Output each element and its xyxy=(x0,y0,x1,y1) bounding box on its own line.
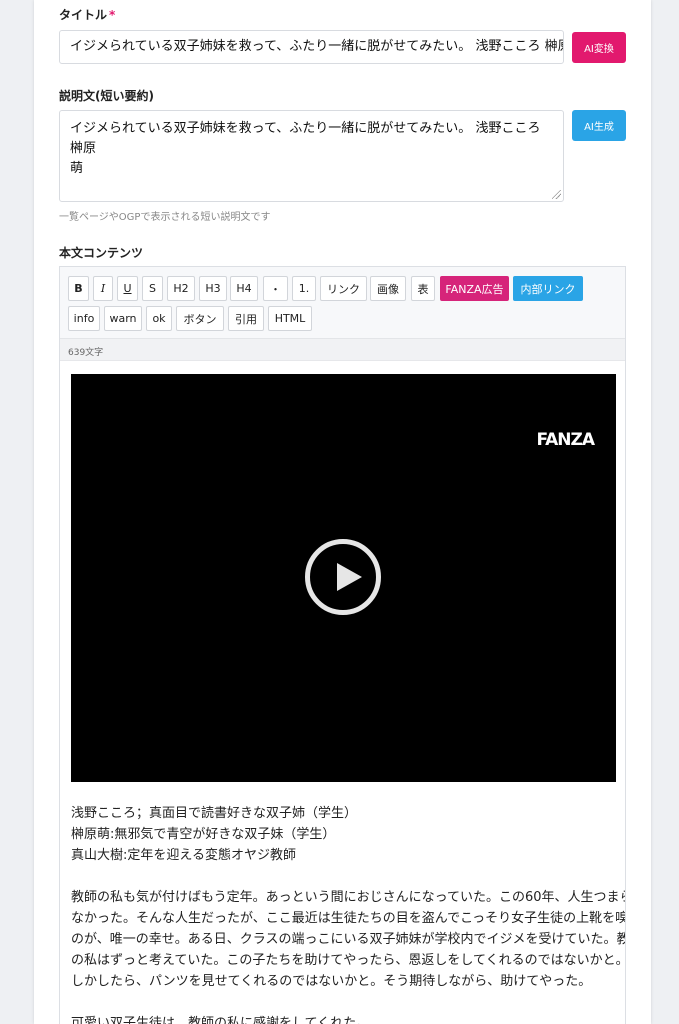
strike-button[interactable]: S xyxy=(142,276,163,301)
underline-button[interactable]: U xyxy=(117,276,138,301)
fanza-logo: FANZA xyxy=(536,430,595,450)
bullet-list-button[interactable]: ・ xyxy=(263,276,288,301)
ai-generate-button[interactable]: AI生成 xyxy=(572,110,626,141)
button-insert-button[interactable]: ボタン xyxy=(176,306,224,331)
description-label: 説明文(短い要約) xyxy=(59,89,154,103)
image-button[interactable]: 画像 xyxy=(370,276,406,301)
editor-toolbar: B I U S H2 H3 H4 ・ 1. リンク 画像 表 FANZA広告 内… xyxy=(60,267,625,339)
fanza-ad-button[interactable]: FANZA広告 xyxy=(440,276,509,301)
body-line: 教師の私も気が付けばもう定年。あっという間におじさんになっていた。この60年、人… xyxy=(71,890,626,905)
table-button[interactable]: 表 xyxy=(411,276,435,301)
info-button[interactable]: info xyxy=(68,306,100,331)
description-line: イジメられている双子姉妹を救って、ふたり一緒に脱がせてみたい。 浅野こころ 榊原 xyxy=(70,121,541,156)
description-hint: 一覧ページやOGPで表示される短い説明文です xyxy=(59,212,271,223)
body-line: 真山大樹:定年を迎える変態オヤジ教師 xyxy=(71,848,296,863)
body-line: 榊原萌:無邪気で青空が好きな双子妹（学生） xyxy=(71,827,336,842)
numbered-list-button[interactable]: 1. xyxy=(292,276,316,301)
link-button[interactable]: リンク xyxy=(320,276,367,301)
content-body[interactable]: 浅野こころ；真面目で読書好きな双子姉（学生） 榊原萌:無邪気で青空が好きな双子妹… xyxy=(71,803,626,1024)
body-line: 可愛い双子生徒は、教師の私に感謝をしてくれた。 xyxy=(71,1016,370,1024)
h4-button[interactable]: H4 xyxy=(230,276,258,301)
body-line: しかしたら、パンツを見せてくれるのではないかと。そう期待しながら、助けてやった。 xyxy=(71,974,592,989)
resize-handle-icon[interactable] xyxy=(552,190,561,199)
html-button[interactable]: HTML xyxy=(268,306,312,331)
char-counter: 639文字 xyxy=(60,339,625,361)
quote-button[interactable]: 引用 xyxy=(228,306,264,331)
italic-button[interactable]: I xyxy=(93,276,113,301)
description-line: 萌 xyxy=(70,161,84,176)
body-line: のが、唯一の幸せ。ある日、クラスの端っこにいる双子姉妹が学校内でイジメを受けてい… xyxy=(71,932,626,947)
content-label: 本文コンテンツ xyxy=(59,246,144,260)
title-label: タイトル * xyxy=(59,8,116,22)
h3-button[interactable]: H3 xyxy=(199,276,227,301)
content-editor: B I U S H2 H3 H4 ・ 1. リンク 画像 表 FANZA広告 内… xyxy=(59,266,626,1024)
warn-button[interactable]: warn xyxy=(104,306,142,331)
ok-button[interactable]: ok xyxy=(146,306,172,331)
body-line: の私はずっと考えていた。この子たちを助けてやったら、恩返しをしてくれるのではない… xyxy=(71,953,626,968)
internal-link-button[interactable]: 内部リンク xyxy=(513,276,583,301)
play-circle-icon[interactable] xyxy=(305,539,381,615)
video-player[interactable]: FANZA xyxy=(71,374,616,782)
bold-button[interactable]: B xyxy=(68,276,89,301)
body-line: なかった。そんな人生だったが、ここ最近は生徒たちの目を盗んでこっそり女子生徒の上… xyxy=(71,911,626,926)
required-mark: * xyxy=(109,8,116,22)
body-line: 浅野こころ；真面目で読書好きな双子姉（学生） xyxy=(71,806,358,821)
ai-convert-button[interactable]: AI変換 xyxy=(572,32,626,63)
description-textarea[interactable]: イジメられている双子姉妹を救って、ふたり一緒に脱がせてみたい。 浅野こころ 榊原… xyxy=(59,110,564,202)
title-input[interactable]: イジメられている双子姉妹を救って、ふたり一緒に脱がせてみたい。 浅野こころ 榊原… xyxy=(59,30,564,64)
h2-button[interactable]: H2 xyxy=(167,276,195,301)
